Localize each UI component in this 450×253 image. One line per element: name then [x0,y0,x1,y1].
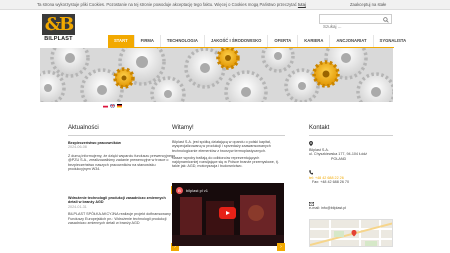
news-item-date: 2024-01-31 [68,204,87,209]
contact-phones: tel: +48 42 688 22 26 Fax: +48 42 688 26… [309,176,399,185]
video-title[interactable]: bilplast pl v1 [186,188,208,193]
nav-start[interactable]: START [108,35,134,47]
hero-banner-gears [40,48,393,102]
news-item-1: Bezpieczeństwo pracowników 2024-06-08 Z … [68,141,176,171]
contact-email[interactable]: e-mail: info@bilplast.pl [309,206,399,210]
flag-de-icon[interactable] [117,104,122,108]
search-box [319,14,392,31]
news-item-body: Z dumą informujemy, że dzięki wsparciu f… [68,153,176,172]
contact-fax: Fax: +48 42 688 26 70 [312,180,350,185]
map-pin-icon [309,141,313,146]
welcome-text: Bilplast S.A. jest spółką działającą w o… [172,140,282,172]
nav-technologia[interactable]: TECHNOLOGIA [159,35,204,47]
nav-kariera[interactable]: KARIERA [297,35,329,47]
contact-rule [309,135,393,136]
welcome-paragraph: Bilplast S.A. jest spółką działającą w o… [172,140,271,153]
phone-icon [309,170,313,175]
nav-firma[interactable]: FIRMA [133,35,160,47]
nav-oferta[interactable]: OFERTA [267,35,297,47]
video-player[interactable]: B bilplast pl v1 [172,183,284,246]
cookie-text: Ta strona wykorzystuje pliki Cookies. Po… [37,0,306,10]
language-switcher [103,104,122,108]
news-item-title[interactable]: Wdrożenie technologii produkcji zasadnic… [68,196,176,205]
contact-heading: Kontakt [309,125,330,131]
logo[interactable]: &B BILPLAST [40,14,77,44]
search-icon[interactable] [383,16,389,23]
news-item-body: BILPLAST SPÓŁKA AKCYJNA realizuje projek… [68,212,174,226]
welcome-heading: Witamy! [172,125,194,131]
location-map[interactable] [309,219,393,247]
cookie-more-link[interactable]: tutaj [298,2,306,7]
news-rule [68,135,179,136]
search-input[interactable] [320,22,380,31]
contact-details: Bilplast S.A. ul. Chyszkiewska 177, 94-1… [309,148,399,161]
news-item-date: 2024-06-08 [68,145,87,150]
welcome-rule [172,135,285,136]
cookie-accept-button[interactable]: Zaakceptuj na stałe [350,0,386,10]
contact-country: POLAND [331,156,347,161]
cookie-message: Ta strona wykorzystuje pliki Cookies. Po… [37,2,297,7]
welcome-paragraph: Nasze wyroby trafiają do odbiorców repre… [172,155,279,169]
news-item-2: Wdrożenie technologii produkcji zasadnic… [68,196,176,225]
main-nav: START FIRMA TECHNOLOGIA JAKOŚĆ I ŚRODOWI… [108,35,412,47]
channel-avatar: B [176,187,183,194]
map-image [310,220,392,246]
arrow-right-icon: › [280,244,282,250]
logo-text: BILPLAST [44,36,73,42]
cookie-bar: Ta strona wykorzystuje pliki Cookies. Po… [0,0,450,10]
welcome-more-button[interactable]: › [277,243,285,251]
gears-image [40,48,393,102]
nav-jakosc[interactable]: JAKOŚĆ I ŚRODOWISKO [203,35,268,47]
flag-en-icon[interactable] [110,104,115,108]
nav-akcjonariat[interactable]: ANCJONARIAT [329,35,372,47]
news-heading: Aktualności [68,125,99,131]
logo-mark: &B [42,14,75,35]
play-icon[interactable] [219,207,236,219]
nav-sygnalista[interactable]: SYGNALISTA [372,35,413,47]
flag-pl-icon[interactable] [103,104,108,108]
